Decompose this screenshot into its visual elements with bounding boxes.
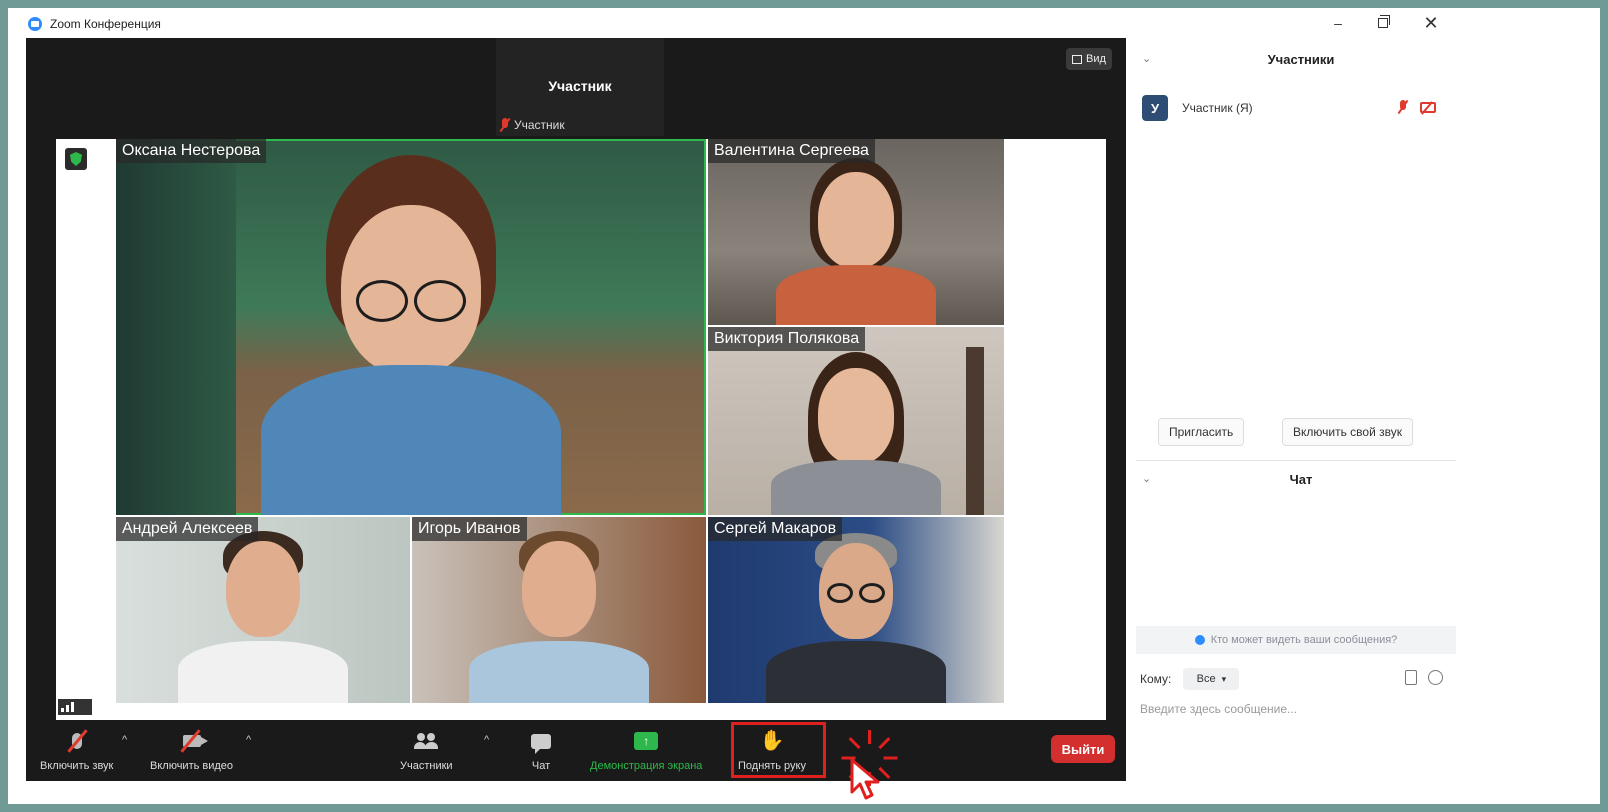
video-tile-sergey[interactable]: Сергей Макаров [708,517,1004,703]
window-title: Zoom Конференция [50,17,161,31]
unmute-audio-label: Включить звук [40,760,114,772]
connection-signal-icon [58,699,92,715]
chat-label: Чат [531,760,551,772]
share-screen-button[interactable]: ↑ Демонстрация экрана [590,728,702,772]
tile-name-andrey: Андрей Алексеев [116,517,259,541]
participants-options-caret[interactable]: ^ [484,734,489,746]
chevron-down-icon: ▾ [1221,673,1227,684]
minimize-button[interactable]: – [1318,12,1358,34]
active-speaker-label: Участник [500,118,565,132]
participants-title: Участники [1267,52,1335,67]
participant-video-viktoria [771,340,941,515]
tile-name-valentina: Валентина Сергеева [708,139,875,163]
security-shield-icon[interactable] [65,148,87,170]
video-tile-viktoria[interactable]: Виктория Полякова [708,327,1004,515]
mouse-cursor-icon [850,758,880,800]
start-video-label: Включить видео [150,760,234,772]
participants-header: ⌄ Участники [1126,48,1476,72]
message-visibility-info[interactable]: Кто может видеть ваши сообщения? [1136,626,1456,654]
start-video-button[interactable]: Включить видео [150,728,233,772]
unmute-self-button[interactable]: Включить свой звук [1282,418,1413,446]
file-attach-icon[interactable] [1405,670,1417,685]
chat-recipient-row: Кому: Все ▾ [1140,666,1460,692]
chat-bubble-icon [531,733,551,754]
participant-name: Участник (Я) [1182,101,1253,115]
chat-title: Чат [1289,472,1313,487]
grid-view-icon [1072,54,1082,64]
video-tile-oksana[interactable]: Оксана Нестерова [116,139,706,515]
restore-icon [1378,15,1390,28]
active-speaker-tile: Участник Участник [496,38,664,136]
view-button[interactable]: Вид [1066,48,1112,70]
panel-divider [1136,460,1456,461]
participants-label: Участники [400,760,453,772]
participants-button[interactable]: Участники [400,728,453,772]
participant-video-sergey [766,525,946,703]
video-tile-igor[interactable]: Игорь Иванов [412,517,706,703]
gallery-view: Оксана Нестерова Валентина Сергеева Викт… [56,139,1106,722]
close-button[interactable]: ✕ [1411,12,1451,34]
unmute-audio-button[interactable]: Включить звук [40,728,113,772]
view-button-label: Вид [1086,53,1106,65]
recipient-label: Кому: [1140,672,1172,686]
participant-video-igor [469,525,649,703]
mic-muted-icon [500,118,510,132]
tile-name-igor: Игорь Иванов [412,517,527,541]
video-tile-valentina[interactable]: Валентина Сергеева [708,139,1004,325]
participants-icon [414,733,439,749]
invite-button[interactable]: Пригласить [1158,418,1245,446]
tile-name-oksana: Оксана Нестерова [116,139,267,163]
side-panel: ⌄ Участники У Участник (Я) Пригласить Вк… [1126,38,1476,804]
leave-meeting-button[interactable]: Выйти [1051,735,1115,763]
tile-name-viktoria: Виктория Полякова [708,327,866,351]
title-bar: Zoom Конференция – ✕ [8,8,1600,38]
recipient-value: Все [1196,673,1216,685]
participant-video-andrey [178,525,348,703]
participant-row[interactable]: У Участник (Я) [1142,94,1462,122]
chat-message-input[interactable] [1140,698,1460,720]
zoom-window: Zoom Конференция – ✕ Участник Участник В… [8,8,1600,804]
chat-header: ⌄ Чат [1126,468,1476,492]
zoom-app-icon [28,17,42,31]
recipient-select[interactable]: Все ▾ [1183,668,1240,690]
meeting-area: Участник Участник Вид Оксана Нестерова В… [26,38,1126,800]
raise-hand-highlight [731,722,826,778]
share-screen-label: Демонстрация экрана [590,760,703,772]
avatar: У [1142,95,1168,121]
audio-options-caret[interactable]: ^ [122,734,127,746]
video-options-caret[interactable]: ^ [246,734,251,746]
person-info-icon [1194,635,1205,645]
chat-button[interactable]: Чат [528,728,554,772]
participant-video-valentina [776,150,936,325]
maximize-button[interactable] [1363,12,1403,34]
active-speaker-name: Участник [548,78,612,94]
message-visibility-text: Кто может видеть ваши сообщения? [1210,634,1398,646]
share-screen-icon: ↑ [634,732,659,750]
video-tile-andrey[interactable]: Андрей Алексеев [116,517,410,703]
tile-name-sergey: Сергей Макаров [708,517,843,541]
active-speaker-sub-name: Участник [514,118,565,132]
participant-mic-muted-icon [1398,100,1408,114]
meeting-toolbar: Включить звук ^ Включить видео ^ Участни… [26,720,1126,781]
participant-video-oksana [261,145,561,515]
emoji-icon[interactable] [1428,670,1443,685]
participant-camera-off-icon [1420,102,1436,113]
